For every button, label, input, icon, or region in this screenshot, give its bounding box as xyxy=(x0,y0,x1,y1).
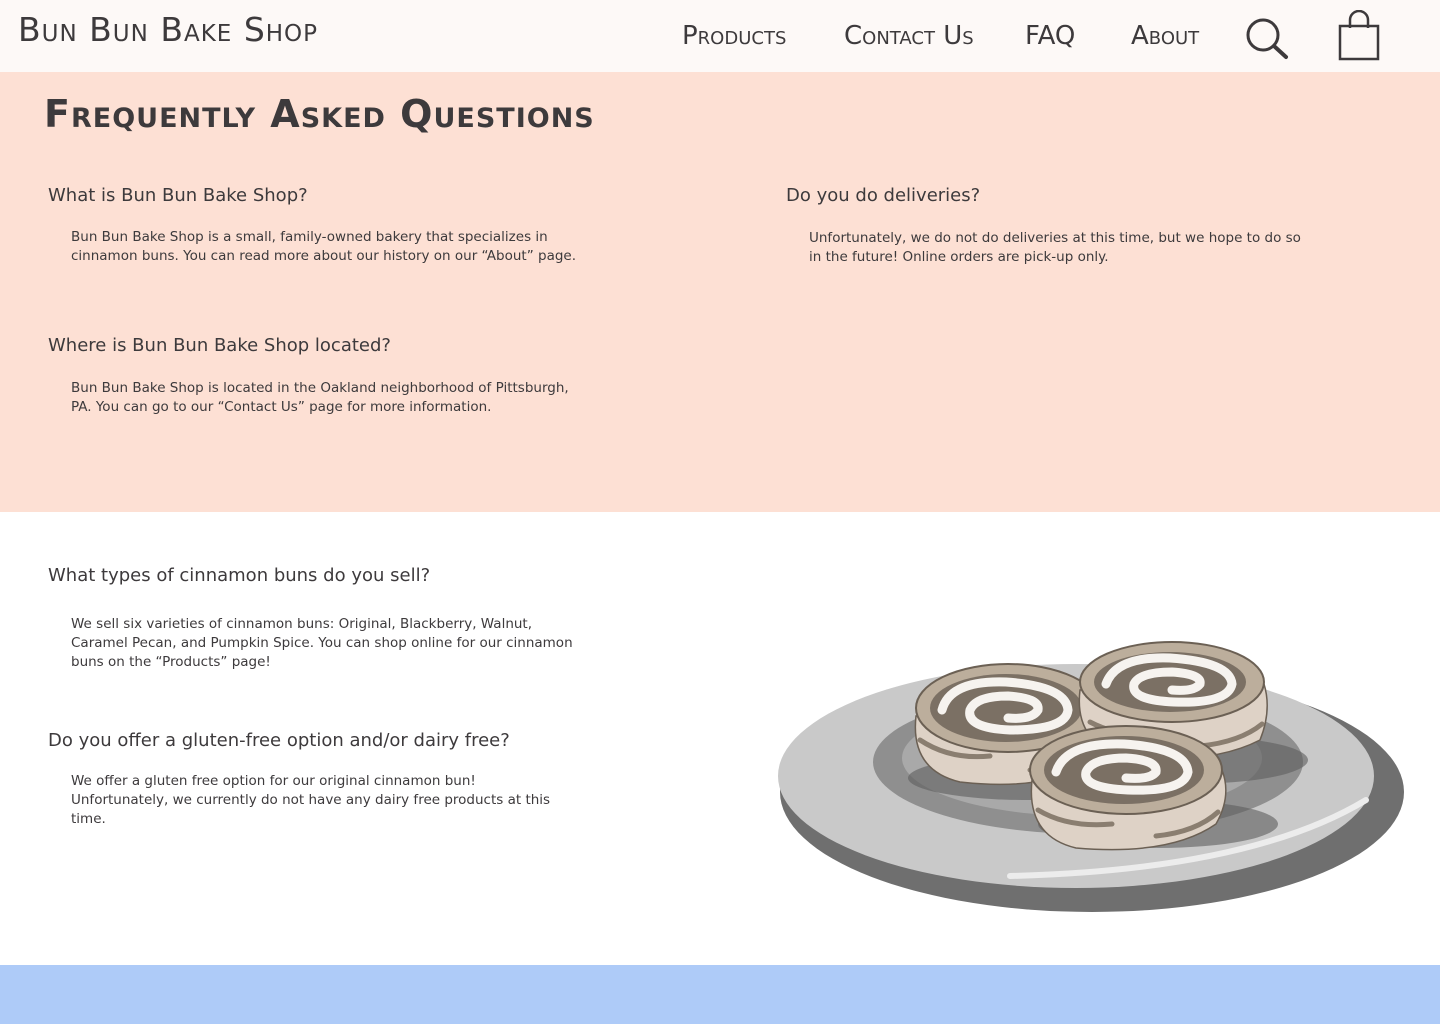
faq-answer: We offer a gluten free option for our or… xyxy=(71,773,551,827)
faq-top-section xyxy=(0,72,1440,512)
nav-products[interactable]: Products xyxy=(682,18,786,54)
site-header: Bun Bun Bake Shop Products Contact Us FA… xyxy=(0,0,1440,72)
faq-answer: Unfortunately, we do not do deliveries a… xyxy=(809,230,1301,265)
faq-answer: We sell six varieties of cinnamon buns: … xyxy=(71,616,573,670)
nav-contact-us[interactable]: Contact Us xyxy=(844,18,974,54)
shopping-bag-icon[interactable] xyxy=(1336,9,1382,62)
faq-question: What types of cinnamon buns do you sell? xyxy=(48,565,431,586)
page-title: Frequently Asked Questions xyxy=(44,92,595,136)
nav-faq[interactable]: FAQ xyxy=(1025,18,1075,54)
faq-answer: Bun Bun Bake Shop is located in the Oakl… xyxy=(71,380,569,415)
nav-about[interactable]: About xyxy=(1131,18,1199,54)
brand-logo[interactable]: Bun Bun Bake Shop xyxy=(18,10,318,50)
search-icon[interactable] xyxy=(1244,17,1290,61)
faq-question: Do you offer a gluten-free option and/or… xyxy=(48,730,510,751)
faq-question: Where is Bun Bun Bake Shop located? xyxy=(48,335,391,356)
faq-question: Do you do deliveries? xyxy=(786,185,981,206)
cinnamon-buns-illustration xyxy=(770,630,1410,920)
footer-band xyxy=(0,965,1440,1024)
cinnamon-bun xyxy=(1029,725,1227,851)
faq-answer: Bun Bun Bake Shop is a small, family-own… xyxy=(71,229,577,264)
faq-question: What is Bun Bun Bake Shop? xyxy=(48,185,308,206)
